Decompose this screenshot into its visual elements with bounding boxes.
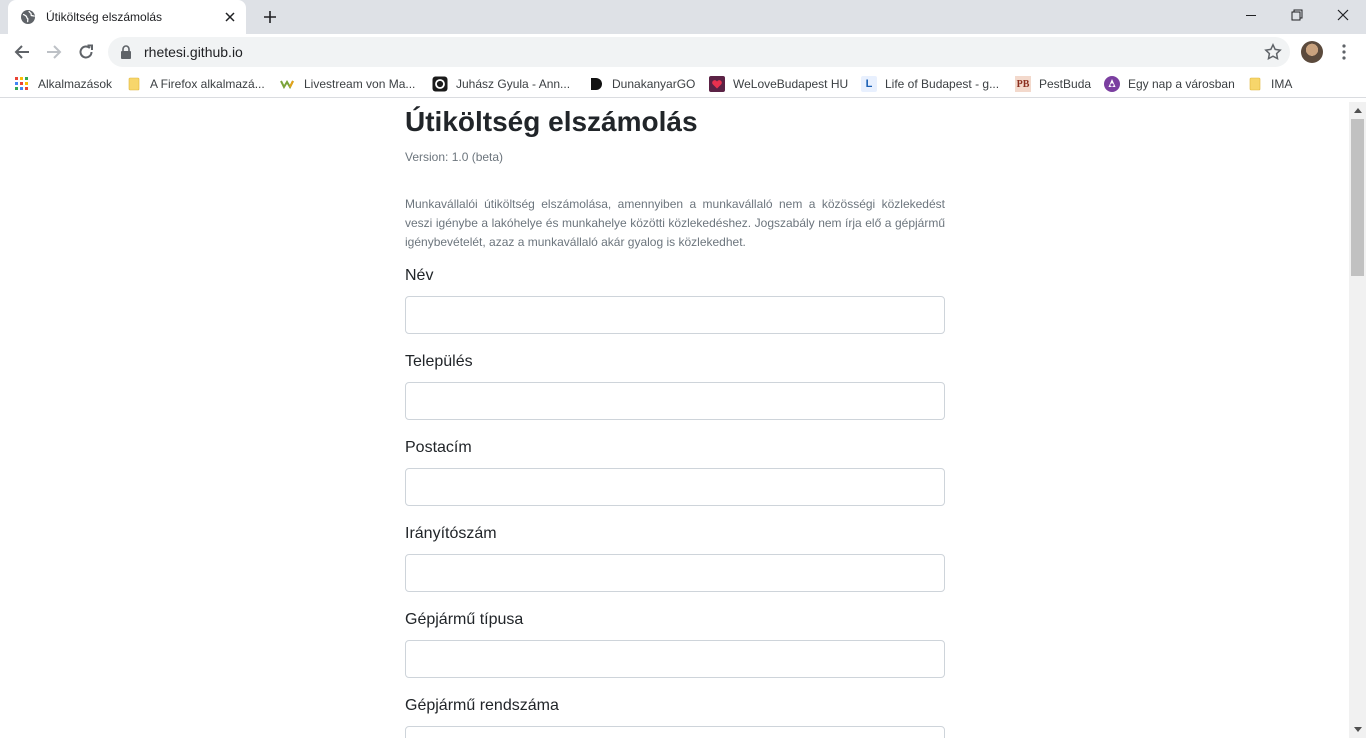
livestream-icon [280,76,296,92]
tab-title: Útiköltség elszámolás [46,10,163,24]
bookmark-label: Alkalmazások [38,77,113,91]
field-label-license-plate: Gépjármű rendszáma [405,697,559,714]
field-label-zip-code: Irányítószám [405,525,497,542]
form-container: Útiköltség elszámolás Version: 1.0 (beta… [405,102,945,738]
version-text: Version: 1.0 (beta) [405,150,504,164]
bookmark-item[interactable]: WeLoveBudapest HU [709,75,848,93]
back-button[interactable] [8,38,36,66]
reload-icon [79,44,93,59]
description-text: Munkavállalói útiköltség elszámolása, am… [405,197,945,249]
field-label-settlement: Település [405,353,473,370]
bookmark-item[interactable]: PB PestBuda [1015,75,1091,93]
page-title: Útiköltség elszámolás [405,106,698,137]
forward-button[interactable] [40,38,68,66]
egy-nap-icon [1104,76,1120,92]
close-tab-icon[interactable] [220,7,240,27]
bookmark-label: IMA [1271,77,1293,91]
field-label-name: Név [405,267,434,284]
life-of-budapest-glyph: L [865,78,873,90]
dunakanyargo-icon [588,76,604,92]
name-input[interactable] [405,296,945,334]
field-license-plate: Gépjármű rendszáma [405,695,945,738]
postal-address-input[interactable] [405,468,945,506]
instagram-icon [432,76,448,92]
globe-icon [20,9,36,25]
scroll-up-arrow-icon[interactable] [1349,102,1366,119]
profile-avatar[interactable] [1301,41,1323,63]
folder-icon [126,76,142,92]
pestbuda-glyph: PB [1016,78,1030,90]
welovebudapest-icon [709,76,725,92]
browser-tab-active[interactable]: Útiköltség elszámolás [8,0,246,34]
bookmark-star-icon[interactable] [1264,43,1282,61]
bookmark-item[interactable]: Livestream von Ma... [280,75,415,93]
vehicle-type-input[interactable] [405,640,945,678]
bookmark-label: Egy nap a városban [1128,77,1235,91]
field-name: Név [405,265,945,334]
bookmark-item[interactable]: IMA [1247,75,1292,93]
life-of-budapest-icon: L [861,76,877,92]
license-plate-input[interactable] [405,726,945,738]
field-label-postal-address: Postacím [405,439,472,456]
bookmark-item[interactable]: L Life of Budapest - g... [861,75,999,93]
bookmark-item[interactable]: DunakanyarGO [588,75,695,93]
minimize-window-button[interactable] [1228,0,1274,30]
field-postal-address: Postacím [405,437,945,506]
address-bar[interactable]: rhetesi.github.io [108,37,1290,67]
bookmark-label: Livestream von Ma... [304,77,416,91]
zip-code-input[interactable] [405,554,945,592]
page-scrollbar[interactable] [1349,102,1366,738]
page-viewport: Útiköltség elszámolás Version: 1.0 (beta… [0,102,1349,738]
restore-window-button[interactable] [1274,0,1320,30]
url-text: rhetesi.github.io [144,44,243,60]
field-vehicle-type: Gépjármű típusa [405,609,945,678]
close-window-button[interactable] [1320,0,1366,30]
pestbuda-icon: PB [1015,76,1031,92]
bookmark-label: Life of Budapest - g... [885,77,1000,91]
field-label-vehicle-type: Gépjármű típusa [405,611,524,628]
bookmarks-bar: Alkalmazások A Firefox alkalmazá... Live… [0,70,1366,98]
settlement-input[interactable] [405,382,945,420]
bookmark-label: A Firefox alkalmazá... [150,77,265,91]
bookmark-item[interactable]: A Firefox alkalmazá... [126,75,265,93]
bookmark-label: WeLoveBudapest HU [733,77,849,91]
browser-toolbar: rhetesi.github.io [0,34,1366,70]
scrollbar-thumb[interactable] [1351,119,1364,276]
bookmark-label: PestBuda [1039,77,1092,91]
back-arrow-icon [14,45,29,59]
lock-icon [120,45,132,59]
bookmark-label: DunakanyarGO [612,77,696,91]
reload-button[interactable] [72,38,100,66]
apps-grid-icon [14,76,30,92]
field-zip-code: Irányítószám [405,523,945,592]
scroll-down-arrow-icon[interactable] [1349,721,1366,738]
folder-icon [1247,76,1263,92]
bookmark-label: Juhász Gyula - Ann... [456,77,571,91]
field-settlement: Település [405,351,945,420]
forward-arrow-icon [47,45,62,59]
browser-menu-icon[interactable] [1334,41,1354,63]
bookmark-item[interactable]: Egy nap a városban [1104,75,1235,93]
bookmark-item[interactable]: Alkalmazások [14,75,112,93]
new-tab-button[interactable] [258,6,282,28]
bookmark-item[interactable]: Juhász Gyula - Ann... [432,75,570,93]
tab-strip: Útiköltség elszámolás [0,0,1366,34]
